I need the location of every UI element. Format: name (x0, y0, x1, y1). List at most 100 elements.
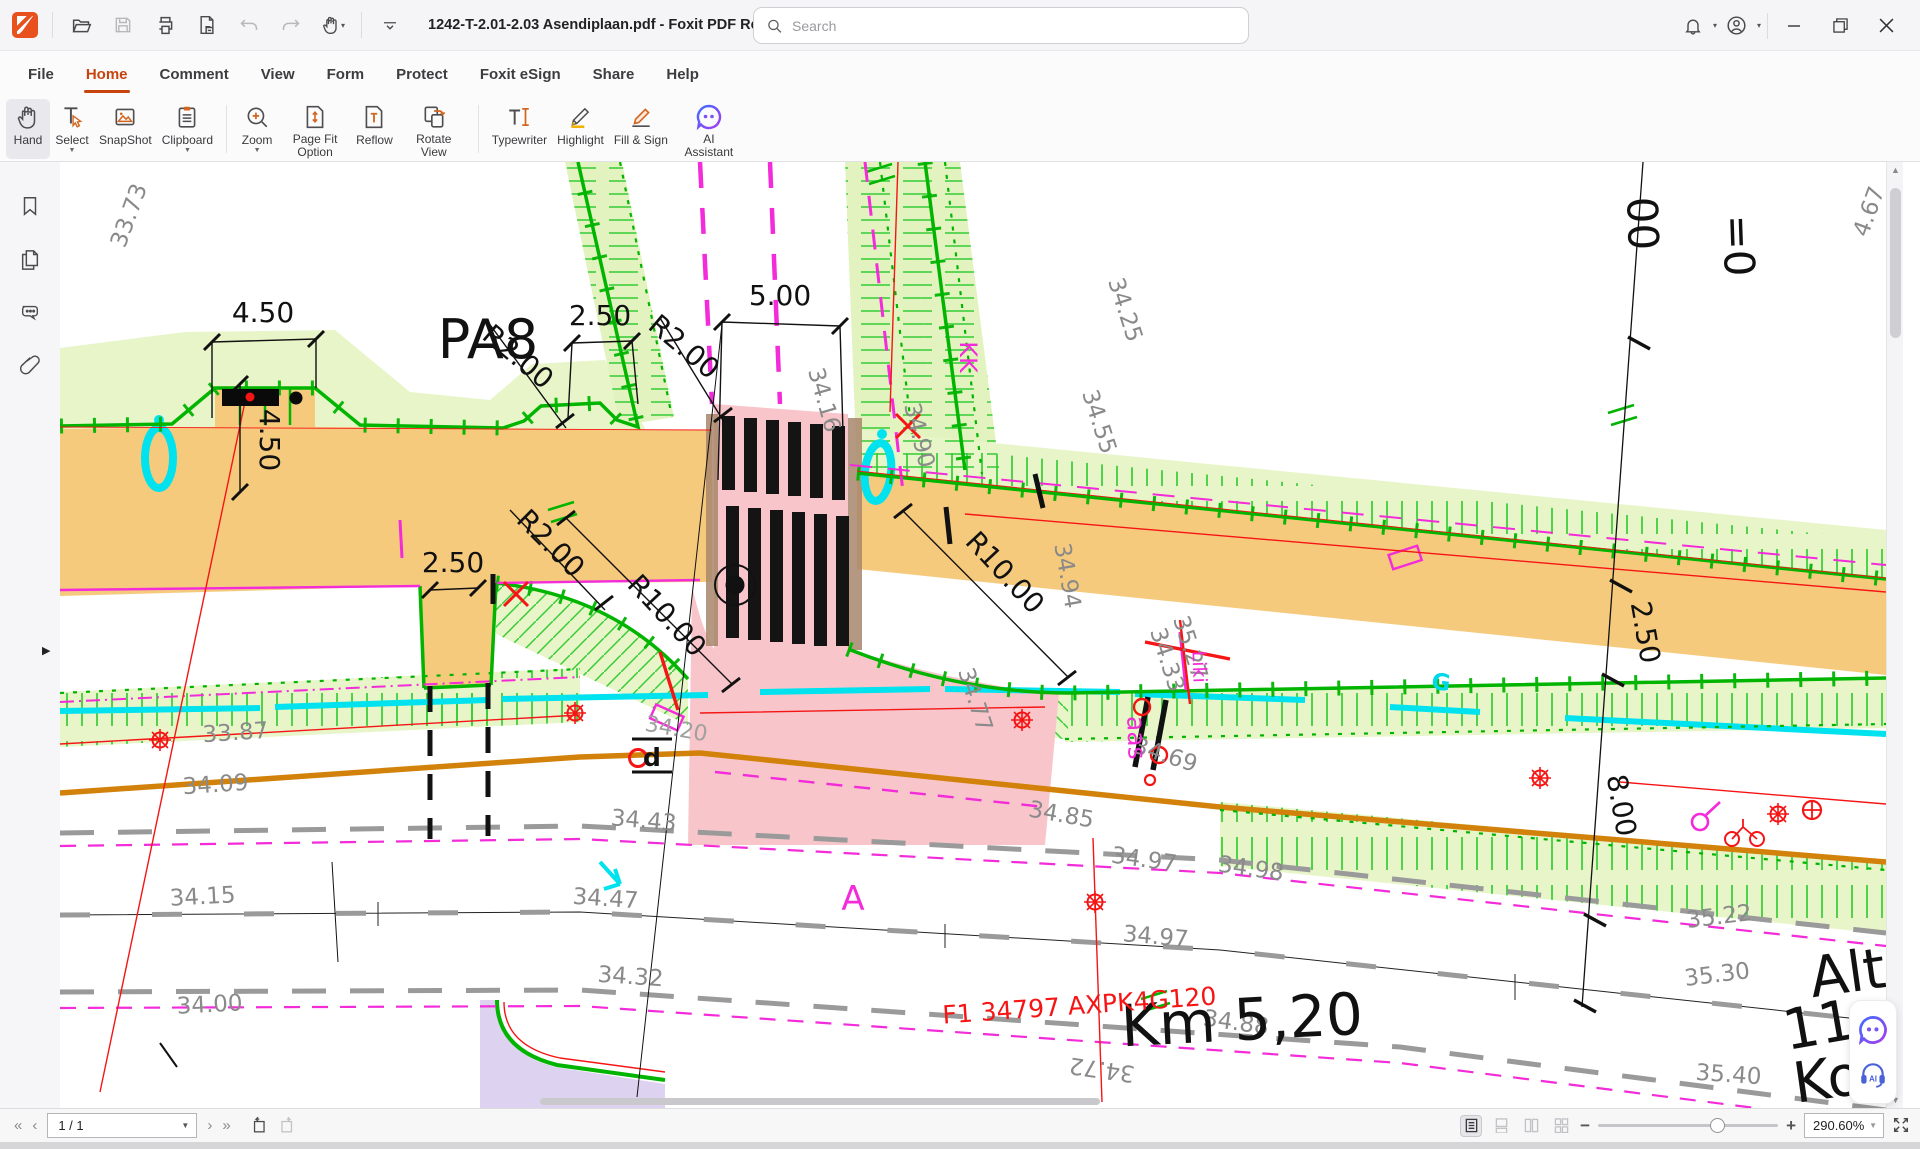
tab-foxit-esign[interactable]: Foxit eSign (466, 51, 575, 97)
ai-floating-widget: AI (1849, 1000, 1897, 1104)
ai-chat-bubble-icon[interactable] (1857, 1014, 1889, 1046)
horizontal-scrollbar[interactable] (60, 1095, 1886, 1108)
elev-34-25: 34.25 (1102, 275, 1147, 346)
divider (226, 105, 227, 153)
tab-comment[interactable]: Comment (146, 51, 243, 97)
elev-34-55: 34.55 (1076, 387, 1121, 458)
comments-panel-icon[interactable] (18, 302, 42, 324)
page-number-input[interactable]: 1 / 1 ▼ (47, 1113, 197, 1138)
horizontal-scroll-thumb[interactable] (540, 1098, 1100, 1105)
reflow-button[interactable]: Reflow (351, 99, 398, 159)
minimize-button[interactable] (1774, 6, 1814, 46)
label-kk: KK (954, 341, 982, 374)
zoom-out-button[interactable]: − (1580, 1116, 1590, 1136)
hand-tool-button[interactable]: Hand (6, 99, 50, 159)
dim-250-top: 2.50 (569, 299, 631, 332)
close-button[interactable] (1866, 6, 1906, 46)
bookmarks-panel-icon[interactable] (19, 194, 41, 218)
highlight-button[interactable]: Highlight (552, 99, 609, 159)
zoom-in-button[interactable]: + (1786, 1116, 1796, 1136)
page-fit-option-button[interactable]: Page Fit Option (279, 99, 351, 159)
label-d: d (643, 743, 661, 772)
facing-continuous-view-button[interactable] (1550, 1115, 1572, 1137)
tab-file[interactable]: File (14, 51, 68, 97)
select-cursor-icon (59, 102, 85, 132)
svg-text:AI: AI (1869, 1074, 1877, 1083)
previous-page-button[interactable]: ‹ (32, 1117, 37, 1134)
collapse-toolbar-icon[interactable] (376, 11, 404, 39)
home-toolbar: Hand Select ▼ SnapShot Clipboard ▼ Zoom … (0, 97, 1920, 162)
fill-sign-icon (628, 102, 654, 132)
ai-headset-icon[interactable]: AI (1858, 1060, 1888, 1090)
zoom-slider-knob[interactable] (1710, 1118, 1725, 1133)
tab-home[interactable]: Home (72, 51, 142, 97)
reflow-icon (361, 102, 387, 132)
select-tool-button[interactable]: Select ▼ (50, 99, 94, 159)
fill-sign-button[interactable]: Fill & Sign (609, 99, 673, 159)
rotate-right-button[interactable] (278, 1116, 297, 1135)
vertical-scroll-thumb[interactable] (1890, 188, 1901, 338)
redo-icon[interactable] (277, 11, 305, 39)
fullscreen-button[interactable] (1892, 1116, 1910, 1134)
elev-34-09: 34.09 (182, 770, 250, 801)
tab-protect[interactable]: Protect (382, 51, 462, 97)
elev-4-67: 4.67 (1848, 183, 1886, 240)
print-icon[interactable] (151, 11, 179, 39)
tab-help[interactable]: Help (652, 51, 713, 97)
clipboard-button[interactable]: Clipboard ▼ (157, 99, 218, 159)
divider (478, 105, 479, 153)
chevron-down-icon: ▼ (1869, 1121, 1877, 1130)
document-view[interactable]: PA8 4.50 4.50 2.50 5.00 R2.00 R2.00 R2.0… (60, 162, 1903, 1108)
chevron-down-icon: ▾ (1713, 21, 1717, 30)
facing-view-button[interactable] (1520, 1115, 1542, 1137)
foxit-logo-icon (12, 12, 38, 38)
notifications-bell-icon[interactable] (1679, 12, 1707, 40)
undo-icon[interactable] (235, 11, 263, 39)
continuous-view-button[interactable] (1490, 1115, 1512, 1137)
first-page-button[interactable]: « (14, 1117, 22, 1134)
pages-panel-icon[interactable] (19, 248, 41, 272)
hand-icon (15, 102, 41, 132)
ai-assistant-button[interactable]: AI Assistant (673, 99, 745, 159)
tab-form[interactable]: Form (313, 51, 379, 97)
search-input[interactable] (753, 7, 1249, 44)
account-icon[interactable] (1723, 12, 1751, 40)
open-file-icon[interactable] (67, 11, 95, 39)
dim-800: 8.00 (1600, 772, 1643, 839)
search-icon (766, 17, 783, 35)
elev-33-73: 33.73 (106, 180, 153, 251)
rotate-view-button[interactable]: Rotate View (398, 99, 470, 159)
save-icon[interactable] (109, 11, 137, 39)
last-page-button[interactable]: » (222, 1117, 230, 1134)
elev-34-47: 34.47 (572, 884, 640, 915)
zoom-icon (244, 102, 270, 132)
attachments-panel-icon[interactable] (19, 354, 41, 378)
label-g-gasline: G (1430, 669, 1452, 697)
rotate-left-button[interactable] (249, 1116, 268, 1135)
next-page-button[interactable]: › (207, 1117, 212, 1134)
rotate-view-icon (421, 102, 447, 131)
elev-34-15: 34.15 (169, 882, 236, 911)
elev-34-97b: 34.97 (1122, 921, 1190, 953)
dim-450-h: 4.50 (232, 296, 294, 329)
elev-35-40: 35.40 (1695, 1060, 1763, 1091)
status-bar: « ‹ 1 / 1 ▼ › » − + 290.60% (0, 1108, 1920, 1149)
zoom-slider[interactable] (1598, 1124, 1778, 1127)
typewriter-button[interactable]: Typewriter (487, 99, 552, 159)
single-page-view-button[interactable] (1460, 1115, 1482, 1137)
tab-share[interactable]: Share (579, 51, 649, 97)
vertical-scrollbar[interactable]: ▲ ▼ (1886, 162, 1903, 1108)
tab-view[interactable]: View (247, 51, 309, 97)
hand-tool-quick-icon[interactable]: ▾ (319, 11, 347, 39)
export-page-icon[interactable] (193, 11, 221, 39)
scroll-up-arrow-icon[interactable]: ▲ (1887, 165, 1903, 175)
restore-button[interactable] (1820, 6, 1860, 46)
zoom-button[interactable]: Zoom ▼ (235, 99, 279, 159)
elev-33-87: 33.87 (202, 718, 270, 749)
label-liki: Liki (1187, 650, 1210, 683)
elev-35-30: 35.30 (1683, 958, 1752, 992)
elev-34-97a: 34.97 (1110, 843, 1179, 878)
panel-expand-arrow-icon[interactable]: ▶ (42, 644, 50, 657)
zoom-level-input[interactable]: 290.60% ▼ (1804, 1113, 1884, 1138)
snapshot-button[interactable]: SnapShot (94, 99, 157, 159)
